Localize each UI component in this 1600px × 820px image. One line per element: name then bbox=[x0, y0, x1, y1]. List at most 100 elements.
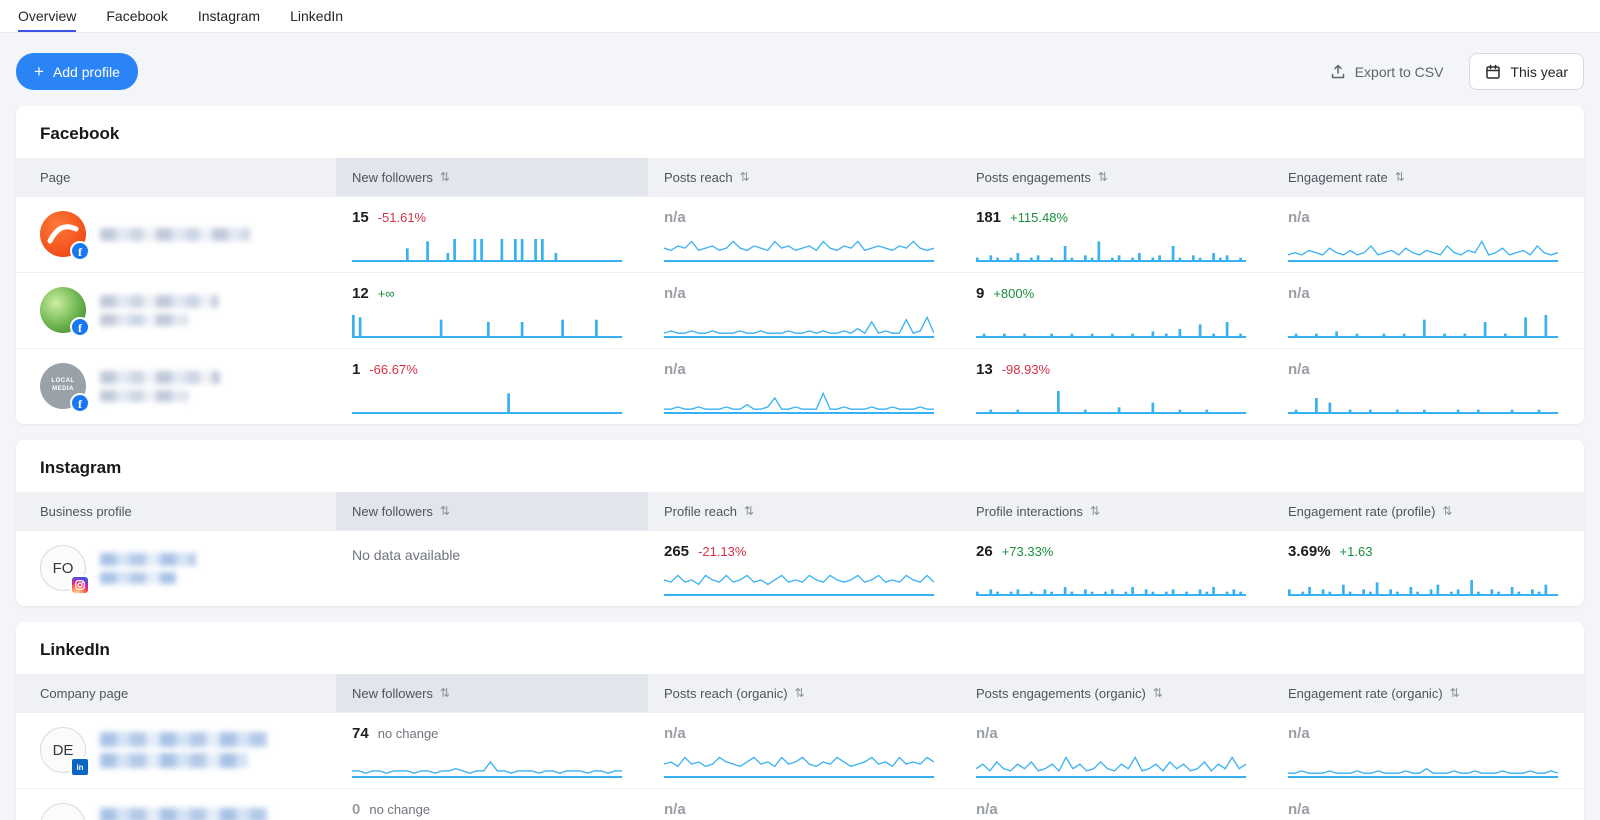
cell-new-followers: No data available bbox=[336, 540, 648, 596]
metric-line: 9 +800% bbox=[976, 285, 1246, 304]
column-header-engagement-rate[interactable]: Engagement rate⇅ bbox=[1272, 158, 1584, 196]
table-row: f15-51.61%n/a181+115.48%n/a bbox=[16, 196, 1584, 272]
column-header-posts-reach[interactable]: Posts reach⇅ bbox=[648, 158, 960, 196]
sort-icon: ⇅ bbox=[1450, 686, 1460, 700]
cell-profile-reach: 265-21.13% bbox=[648, 540, 960, 596]
profile-cell[interactable]: f bbox=[16, 206, 336, 262]
sparkline bbox=[976, 751, 1246, 778]
metric-change: -21.13% bbox=[698, 544, 746, 559]
cell-new-followers: 12 +∞ bbox=[336, 282, 648, 338]
tab-instagram[interactable]: Instagram bbox=[198, 0, 260, 32]
column-header-posts-reach-organic[interactable]: Posts reach (organic)⇅ bbox=[648, 674, 960, 712]
profile-cell[interactable]: DEin bbox=[16, 722, 336, 778]
sort-icon: ⇅ bbox=[795, 686, 805, 700]
metric-change: +800% bbox=[993, 286, 1034, 301]
redacted-profile-name bbox=[100, 553, 196, 584]
metric-change: no change bbox=[369, 802, 430, 817]
column-header-posts-engagements[interactable]: Posts engagements⇅ bbox=[960, 158, 1272, 196]
export-csv-button[interactable]: Export to CSV bbox=[1330, 64, 1444, 80]
redacted-line bbox=[100, 295, 218, 308]
metric-line: 265-21.13% bbox=[664, 543, 934, 562]
tab-facebook[interactable]: Facebook bbox=[106, 0, 167, 32]
metric-value: 74 bbox=[352, 725, 369, 742]
metric-change: +115.48% bbox=[1010, 210, 1068, 225]
column-header-engagement-rate-organic[interactable]: Engagement rate (organic)⇅ bbox=[1272, 674, 1584, 712]
metric-value: 9 bbox=[976, 285, 984, 302]
metric-change: +73.33% bbox=[1002, 544, 1054, 559]
sort-icon: ⇅ bbox=[1098, 170, 1108, 184]
redacted-line bbox=[100, 371, 220, 384]
metric-line: n/a bbox=[1288, 209, 1558, 228]
redacted-line bbox=[100, 572, 176, 584]
metric-value: n/a bbox=[664, 209, 686, 226]
redacted-line bbox=[100, 228, 250, 241]
column-header-new-followers[interactable]: New followers⇅ bbox=[336, 674, 648, 712]
facebook-badge-icon: f bbox=[70, 393, 90, 413]
metric-value: n/a bbox=[1288, 801, 1310, 818]
column-header-new-followers[interactable]: New followers⇅ bbox=[336, 158, 648, 196]
sort-icon: ⇅ bbox=[1090, 504, 1100, 518]
profile-cell[interactable]: OPin bbox=[16, 798, 336, 820]
sparkline bbox=[1288, 311, 1558, 338]
metric-line: 13-98.93% bbox=[976, 361, 1246, 380]
section-facebook: FacebookPageNew followers⇅Posts reach⇅Po… bbox=[16, 106, 1584, 424]
top-tab-bar: Overview Facebook Instagram LinkedIn bbox=[0, 0, 1600, 33]
redacted-line bbox=[100, 753, 248, 768]
tab-linkedin[interactable]: LinkedIn bbox=[290, 0, 343, 32]
cell-posts-engagements-organic: n/a bbox=[960, 722, 1272, 778]
profile-avatar: LOCALMEDIAf bbox=[40, 363, 86, 409]
metric-change: +1.63 bbox=[1340, 544, 1373, 559]
metric-line: 1-66.67% bbox=[352, 361, 622, 380]
column-header-posts-engagements-organic[interactable]: Posts engagements (organic)⇅ bbox=[960, 674, 1272, 712]
sparkline bbox=[976, 311, 1246, 338]
cell-new-followers: 74no change bbox=[336, 722, 648, 778]
facebook-badge-icon: f bbox=[70, 317, 90, 337]
column-header-profile-interactions[interactable]: Profile interactions⇅ bbox=[960, 492, 1272, 530]
date-range-button[interactable]: This year bbox=[1469, 53, 1584, 90]
tab-overview[interactable]: Overview bbox=[18, 0, 76, 32]
metric-line: n/a bbox=[664, 725, 934, 744]
cell-new-followers: 0no change bbox=[336, 798, 648, 820]
profile-cell[interactable]: f bbox=[16, 282, 336, 338]
sparkline bbox=[1288, 235, 1558, 262]
metric-value: 12 bbox=[352, 285, 369, 302]
section-title: LinkedIn bbox=[16, 622, 1584, 674]
sort-icon: ⇅ bbox=[740, 170, 750, 184]
metric-value: n/a bbox=[976, 801, 998, 818]
redacted-line bbox=[100, 390, 188, 402]
column-header-engagement-rate-profile[interactable]: Engagement rate (profile)⇅ bbox=[1272, 492, 1584, 530]
metric-value: n/a bbox=[1288, 725, 1310, 742]
metric-value: 26 bbox=[976, 543, 993, 560]
column-header-profile-reach[interactable]: Profile reach⇅ bbox=[648, 492, 960, 530]
cell-posts-reach: n/a bbox=[648, 358, 960, 414]
metric-value: n/a bbox=[664, 801, 686, 818]
profile-avatar: OPin bbox=[40, 803, 86, 820]
metric-change: +∞ bbox=[378, 286, 395, 301]
redacted-profile-name bbox=[100, 808, 268, 820]
redacted-line bbox=[100, 732, 268, 747]
metric-line: 15-51.61% bbox=[352, 209, 622, 228]
metric-value: n/a bbox=[1288, 361, 1310, 378]
sparkline bbox=[664, 235, 934, 262]
metric-value: 1 bbox=[352, 361, 360, 378]
metric-line: n/a bbox=[1288, 361, 1558, 380]
export-icon bbox=[1330, 64, 1346, 80]
sparkline bbox=[664, 569, 934, 596]
metric-line: n/a bbox=[664, 285, 934, 304]
cell-posts-reach-organic: n/a bbox=[648, 798, 960, 820]
add-profile-button[interactable]: + Add profile bbox=[16, 53, 138, 90]
profile-cell[interactable]: LOCALMEDIAf bbox=[16, 358, 336, 414]
column-header-new-followers[interactable]: New followers⇅ bbox=[336, 492, 648, 530]
redacted-line bbox=[100, 808, 268, 820]
cell-engagement-rate-organic: n/a bbox=[1272, 798, 1584, 820]
sort-icon: ⇅ bbox=[744, 504, 754, 518]
sort-icon: ⇅ bbox=[440, 504, 450, 518]
metric-line: n/a bbox=[976, 725, 1246, 744]
cell-new-followers: 1-66.67% bbox=[336, 358, 648, 414]
redacted-profile-name bbox=[100, 732, 268, 768]
sparkline bbox=[352, 387, 622, 414]
profile-cell[interactable]: FO bbox=[16, 540, 336, 596]
sparkline bbox=[352, 235, 622, 262]
cell-profile-interactions: 26 +73.33% bbox=[960, 540, 1272, 596]
table-row: LOCALMEDIAf 1-66.67% n/a 13-98.93% n/a bbox=[16, 348, 1584, 424]
